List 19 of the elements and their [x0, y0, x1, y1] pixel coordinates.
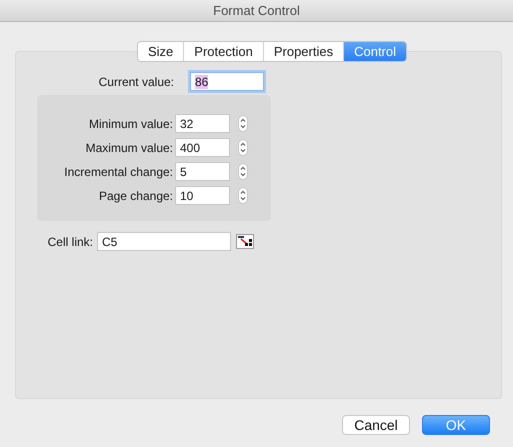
stepper-icon[interactable] [238, 163, 248, 180]
number-field[interactable]: 400 [175, 138, 230, 157]
range-picker-icon[interactable] [236, 234, 254, 249]
current-value-field[interactable]: 86 [190, 72, 264, 91]
field-label: Minimum value: [88, 116, 174, 130]
window-title: Format Control [213, 3, 300, 18]
number-field[interactable]: 10 [175, 186, 230, 205]
stepper-icon[interactable] [238, 139, 248, 156]
field-label: Page change: [98, 188, 174, 202]
field-label: Current value: [98, 74, 175, 88]
number-field[interactable]: 32 [175, 114, 230, 133]
number-field[interactable]: 5 [175, 162, 230, 181]
stepper-icon[interactable] [238, 187, 248, 204]
field-label: Incremental change: [63, 164, 174, 178]
field-label: Cell link: [46, 234, 94, 248]
field-label: Maximum value: [84, 140, 174, 154]
cell-link-field[interactable]: C5 [97, 232, 231, 251]
stepper-icon[interactable] [238, 115, 248, 132]
cancel-button[interactable]: Cancel [342, 415, 410, 435]
